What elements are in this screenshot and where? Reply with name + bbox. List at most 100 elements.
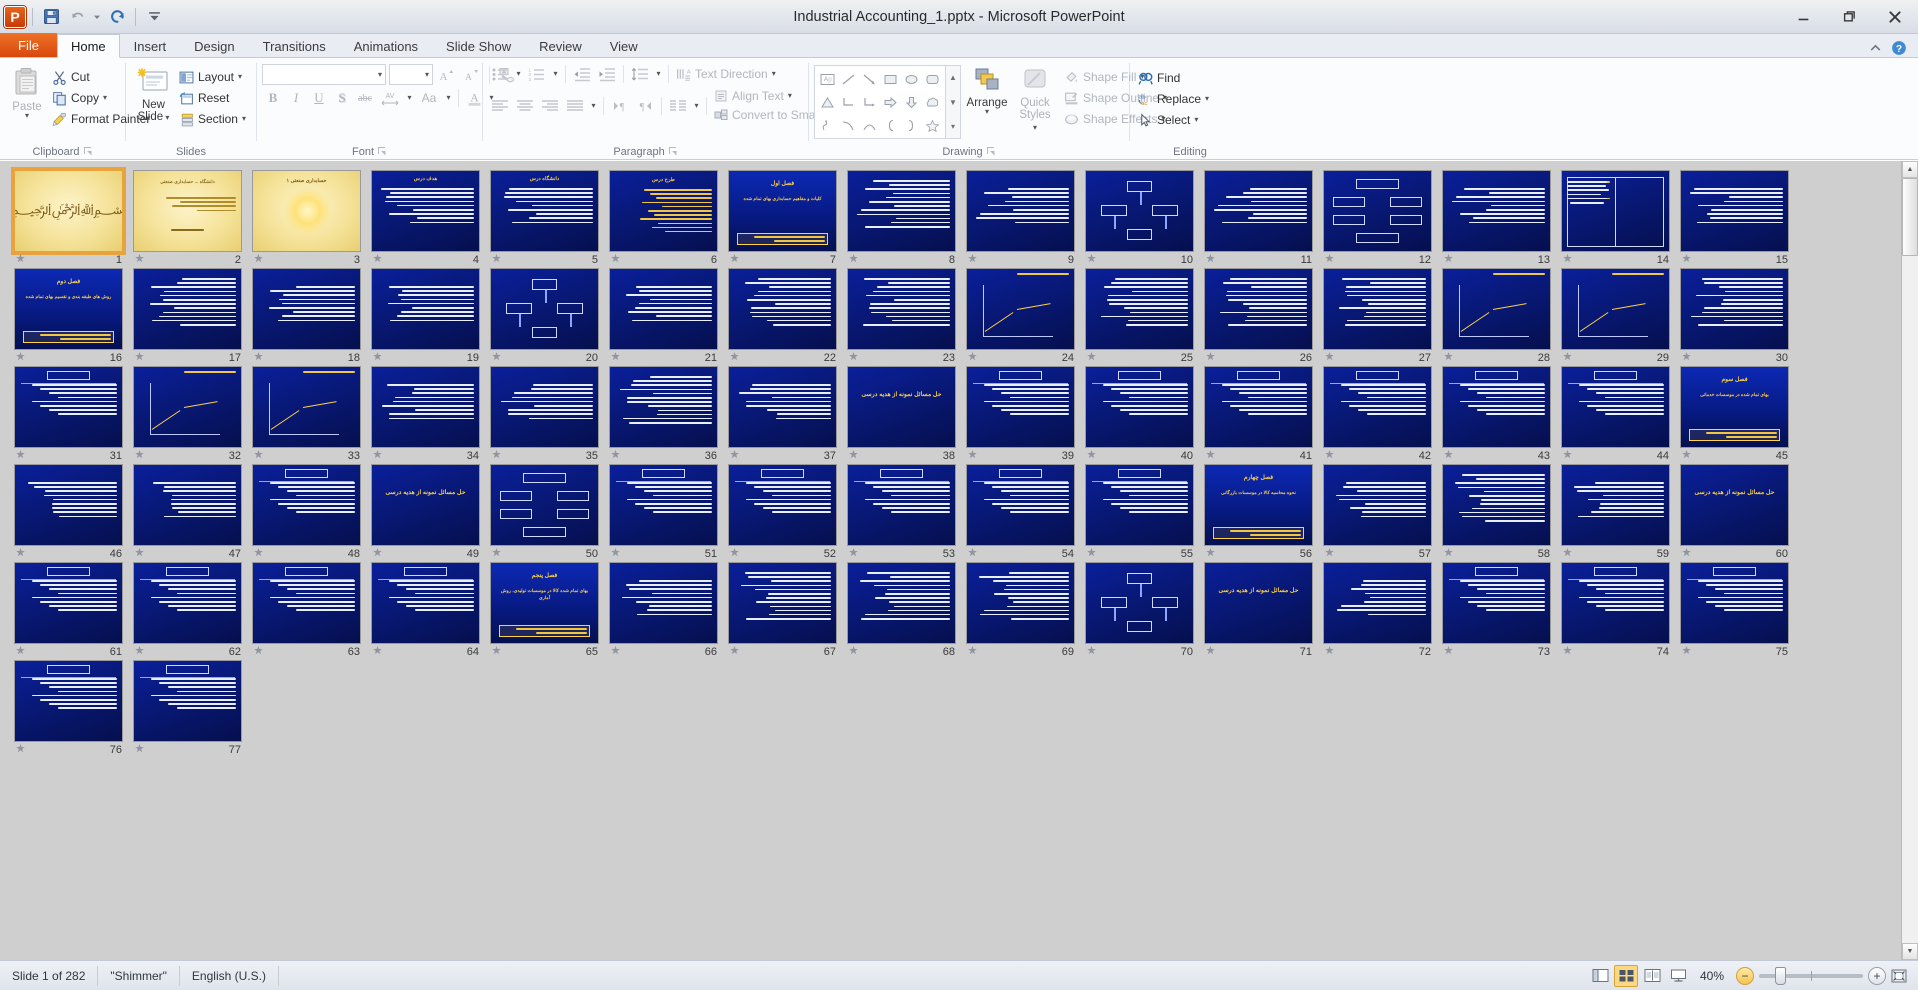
slide-thumbnail[interactable]	[14, 366, 123, 448]
slide-thumbnail[interactable]	[609, 268, 718, 350]
copy-dropdown-icon[interactable]: ▾	[103, 94, 107, 102]
slide-thumbnail[interactable]	[728, 562, 837, 644]
slide-thumbnail[interactable]	[133, 366, 242, 448]
character-spacing-icon[interactable]: AV	[377, 88, 403, 108]
tab-design[interactable]: Design	[180, 34, 248, 57]
language-indicator[interactable]: English (U.S.)	[180, 965, 279, 986]
animation-indicator-icon[interactable]	[1443, 351, 1454, 365]
slide-thumbnail[interactable]	[1561, 464, 1670, 546]
select-button[interactable]: Select ▾	[1135, 110, 1214, 130]
animation-indicator-icon[interactable]	[1205, 253, 1216, 267]
slide-thumbnail[interactable]	[1085, 562, 1194, 644]
new-slide-button[interactable]: New Slide ▾	[131, 64, 176, 126]
slide-thumbnail[interactable]	[1680, 268, 1789, 350]
justify-dropdown-icon[interactable]: ▾	[588, 96, 599, 116]
animation-indicator-icon[interactable]	[1324, 253, 1335, 267]
animation-indicator-icon[interactable]	[1324, 351, 1335, 365]
animation-indicator-icon[interactable]	[134, 449, 145, 463]
animation-indicator-icon[interactable]	[1562, 645, 1573, 659]
slide-thumbnail[interactable]	[1323, 268, 1432, 350]
slide-thumbnail[interactable]	[1680, 562, 1789, 644]
slide-thumbnail[interactable]	[728, 464, 837, 546]
slide-thumbnail[interactable]: ﷽	[11, 167, 126, 255]
shapes-gallery[interactable]: A ▲ ▼ ▾	[814, 65, 961, 139]
animation-indicator-icon[interactable]	[134, 351, 145, 365]
zoom-slider[interactable]: − +	[1736, 966, 1886, 985]
slide-thumbnail[interactable]	[847, 562, 956, 644]
numbering-dropdown-icon[interactable]: ▾	[550, 64, 561, 84]
slide-thumbnail[interactable]: فصل اول کلیات و مفاهیم حسابداری بهای تمام…	[728, 170, 837, 252]
slide-thumbnail[interactable]	[252, 562, 361, 644]
animation-indicator-icon[interactable]	[1562, 351, 1573, 365]
change-case-dropdown-icon[interactable]: ▾	[443, 88, 454, 108]
shapes-gallery-scrollbar[interactable]: ▲ ▼ ▾	[945, 66, 960, 138]
replace-dropdown-icon[interactable]: ▾	[1205, 95, 1209, 103]
slide-thumbnail[interactable]	[728, 366, 837, 448]
font-size-input[interactable]: ▾	[389, 64, 433, 85]
tab-animations[interactable]: Animations	[340, 34, 432, 57]
cloud-shape-icon[interactable]	[922, 91, 943, 114]
slide-thumbnail[interactable]: حسابداری صنعتی ۱	[252, 170, 361, 252]
animation-indicator-icon[interactable]	[491, 645, 502, 659]
slide-thumbnail[interactable]	[1561, 366, 1670, 448]
theme-name[interactable]: "Shimmer"	[98, 965, 180, 986]
italic-icon[interactable]: I	[285, 88, 307, 108]
slide-thumbnail[interactable]	[1204, 366, 1313, 448]
animation-indicator-icon[interactable]	[848, 449, 859, 463]
find-button[interactable]: Find	[1135, 68, 1214, 88]
arc-shape-icon[interactable]	[859, 114, 880, 137]
slide-thumbnail[interactable]	[490, 268, 599, 350]
slide-thumbnail[interactable]	[133, 660, 242, 742]
align-center-icon[interactable]	[513, 96, 537, 116]
animation-indicator-icon[interactable]	[372, 351, 383, 365]
animation-indicator-icon[interactable]	[134, 253, 145, 267]
slide-thumbnail[interactable]	[371, 562, 480, 644]
star-shape-icon[interactable]	[922, 114, 943, 137]
animation-indicator-icon[interactable]	[372, 449, 383, 463]
numbering-icon[interactable]: 123	[525, 64, 549, 84]
minimize-ribbon-icon[interactable]	[1866, 39, 1884, 57]
character-spacing-dropdown-icon[interactable]: ▾	[404, 88, 415, 108]
slide-thumbnail[interactable]: حل مسائل نمونه از هدیه درسی	[847, 366, 956, 448]
restore-button[interactable]	[1826, 0, 1872, 33]
rounded-rectangle-shape-icon[interactable]	[922, 68, 943, 91]
line-spacing-dropdown-icon[interactable]: ▾	[653, 64, 664, 84]
animation-indicator-icon[interactable]	[729, 351, 740, 365]
elbow-arrow-connector-shape-icon[interactable]	[859, 91, 880, 114]
animation-indicator-icon[interactable]	[253, 253, 264, 267]
animation-indicator-icon[interactable]	[372, 547, 383, 561]
text-box-shape-icon[interactable]: A	[817, 68, 838, 91]
slide-thumbnail[interactable]	[14, 660, 123, 742]
animation-indicator-icon[interactable]	[1681, 351, 1692, 365]
animation-indicator-icon[interactable]	[15, 645, 26, 659]
text-direction-dropdown-icon[interactable]: ▾	[772, 70, 776, 78]
replace-button[interactable]: ab ac Replace ▾	[1135, 89, 1214, 109]
slide-thumbnail[interactable]	[609, 464, 718, 546]
grow-font-icon[interactable]: A	[436, 65, 458, 85]
font-name-dropdown-icon[interactable]: ▾	[378, 70, 382, 78]
slide-thumbnail[interactable]	[847, 268, 956, 350]
line-spacing-icon[interactable]	[628, 64, 652, 84]
slide-thumbnail[interactable]	[1085, 464, 1194, 546]
tab-review[interactable]: Review	[525, 34, 596, 57]
bullets-dropdown-icon[interactable]: ▾	[513, 64, 524, 84]
slide-thumbnail[interactable]: حل مسائل نمونه از هدیه درسی	[1680, 464, 1789, 546]
slide-thumbnail[interactable]	[609, 562, 718, 644]
slide-thumbnail[interactable]	[847, 464, 956, 546]
animation-indicator-icon[interactable]	[967, 547, 978, 561]
underline-icon[interactable]: U	[308, 88, 330, 108]
animation-indicator-icon[interactable]	[1443, 449, 1454, 463]
animation-indicator-icon[interactable]	[1443, 547, 1454, 561]
text-direction-button[interactable]: A Text Direction ▾	[673, 64, 781, 84]
slide-thumbnail[interactable]	[1085, 170, 1194, 252]
animation-indicator-icon[interactable]	[1681, 547, 1692, 561]
save-icon[interactable]	[39, 5, 63, 29]
animation-indicator-icon[interactable]	[372, 253, 383, 267]
animation-indicator-icon[interactable]	[729, 645, 740, 659]
quick-styles-button[interactable]: Quick Styles ▾	[1013, 64, 1057, 136]
animation-indicator-icon[interactable]	[848, 351, 859, 365]
scrollbar-thumb[interactable]	[1902, 178, 1918, 256]
animation-indicator-icon[interactable]	[15, 253, 26, 267]
slide-thumbnail[interactable]	[1323, 464, 1432, 546]
animation-indicator-icon[interactable]	[372, 645, 383, 659]
